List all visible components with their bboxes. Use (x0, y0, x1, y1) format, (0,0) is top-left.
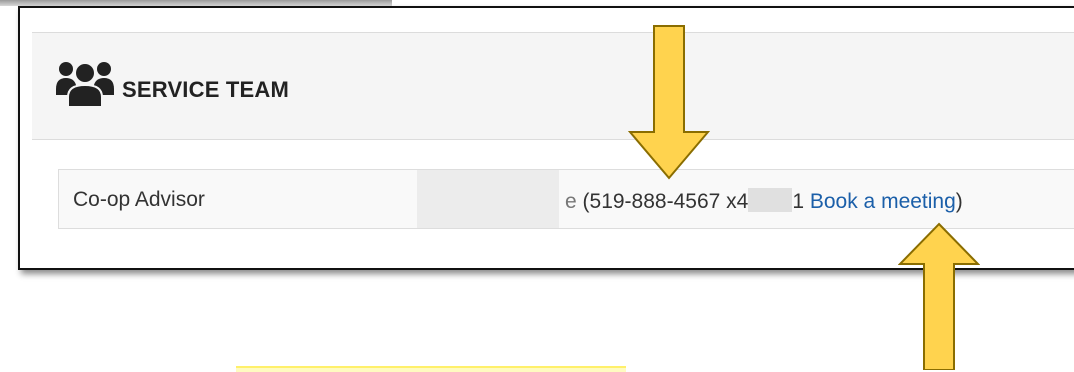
table-cell-contact: e (519-888-4567 x4 1 Book a meeting) (417, 170, 1074, 228)
table-cell-role: Co-op Advisor (59, 170, 425, 228)
phone-prefix: (519-888-4567 x4 (582, 190, 749, 213)
highlight-box (236, 366, 626, 372)
phone-suffix: 1 (792, 190, 805, 213)
close-paren: ) (955, 190, 963, 213)
contact-info: e (519-888-4567 x4 1 Book a meeting) (565, 188, 963, 214)
service-team-table: Co-op Advisor e (519-888-4567 x4 1 Book a… (58, 169, 1074, 229)
panel-title: SERVICE TEAM (122, 77, 290, 102)
redacted-name (417, 170, 559, 228)
redacted-extension (748, 188, 793, 212)
name-fragment: e (565, 190, 577, 213)
down-arrow (628, 25, 710, 180)
up-arrow (898, 222, 980, 370)
role-label: Co-op Advisor (73, 188, 205, 211)
book-meeting-link[interactable]: Book a meeting (810, 190, 956, 213)
users-group-icon (56, 62, 114, 107)
panel-heading: SERVICE TEAM (32, 32, 1074, 140)
